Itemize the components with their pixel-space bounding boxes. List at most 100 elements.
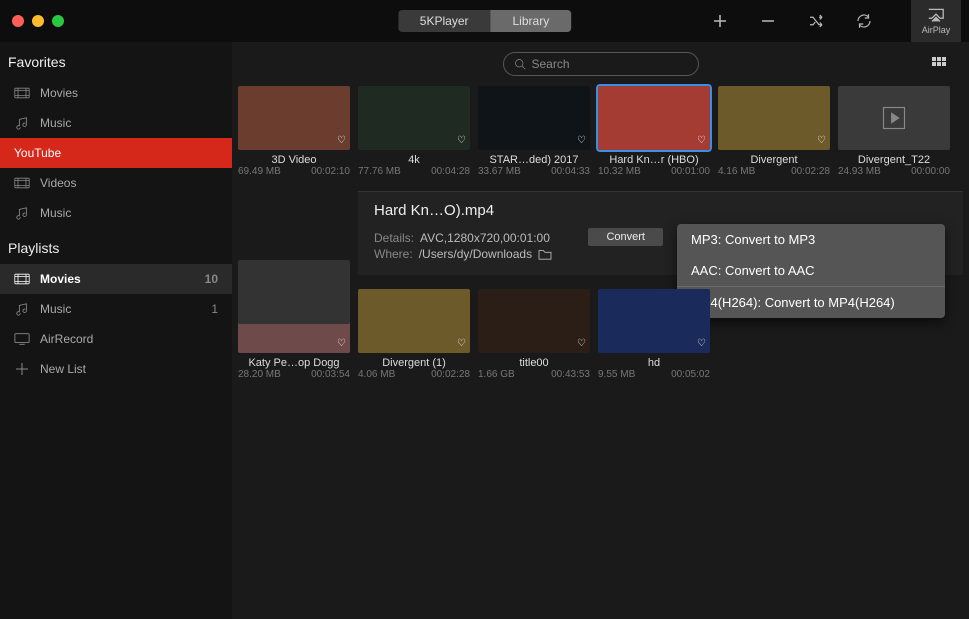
video-title: STAR…ded) 2017 <box>489 154 578 166</box>
sidebar-item-pl-newlist[interactable]: New List <box>0 354 232 384</box>
airplay-button[interactable]: AirPlay <box>911 0 961 42</box>
folder-icon[interactable] <box>538 248 552 260</box>
tab-library[interactable]: Library <box>491 10 572 32</box>
video-card[interactable]: ♡Hard Kn…r (HBO)10.32 MB00:01:00 <box>598 86 710 177</box>
sidebar-item-pl-airrecord[interactable]: AirRecord <box>0 324 232 354</box>
sidebar-item-yt-music[interactable]: Music <box>0 198 232 228</box>
detail-details-label: Details: <box>374 231 414 245</box>
video-duration: 00:02:10 <box>311 166 350 177</box>
view-segmented-control: 5KPlayer Library <box>398 10 571 32</box>
video-title: Divergent_T22 <box>858 154 930 166</box>
video-duration: 00:01:00 <box>671 166 710 177</box>
search-input[interactable]: Search <box>503 52 699 76</box>
video-thumbnail[interactable]: ♡ <box>238 86 350 150</box>
video-duration: 00:04:33 <box>551 166 590 177</box>
music-icon <box>14 206 30 220</box>
video-thumbnail[interactable] <box>838 86 950 150</box>
shuffle-icon[interactable] <box>807 12 825 30</box>
video-size: 69.49 MB <box>238 166 281 177</box>
video-thumbnail[interactable]: ♡ <box>598 86 710 150</box>
sidebar-head-playlists: Playlists <box>0 228 232 264</box>
maximize-window-button[interactable] <box>52 15 64 27</box>
sidebar: Favorites Movies Music YouTube Videos Mu… <box>0 42 232 619</box>
detail-title: Hard Kn…O).mp4 <box>374 202 947 219</box>
video-card[interactable]: ♡ Divergent (1)4.06 MB00:02:28 <box>358 289 470 380</box>
video-thumbnail[interactable]: ♡ <box>598 289 710 353</box>
sidebar-item-youtube[interactable]: YouTube <box>0 138 232 168</box>
sidebar-head-favorites: Favorites <box>0 42 232 78</box>
video-size: 28.20 MB <box>238 369 281 380</box>
video-duration: 00:03:54 <box>311 369 350 380</box>
video-title: title00 <box>519 357 548 369</box>
video-thumbnail[interactable]: ♡ <box>478 86 590 150</box>
detail-panel: Hard Kn…O).mp4 Details: AVC,1280x720,00:… <box>358 191 963 275</box>
favorite-icon[interactable]: ♡ <box>337 338 346 349</box>
detail-where-value: /Users/dy/Downloads <box>419 247 532 261</box>
menu-item-aac[interactable]: AAC: Convert to AAC <box>677 255 945 286</box>
menu-item-mp3[interactable]: MP3: Convert to MP3 <box>677 224 945 255</box>
sidebar-item-pl-movies[interactable]: Movies 10 <box>0 264 232 294</box>
sidebar-item-yt-videos[interactable]: Videos <box>0 168 232 198</box>
sidebar-item-label: Movies <box>40 272 81 286</box>
thumbnail-row-1: ♡3D Video69.49 MB00:02:10♡4k77.76 MB00:0… <box>232 86 969 177</box>
video-size: 33.67 MB <box>478 166 521 177</box>
grid-view-icon[interactable] <box>931 56 947 72</box>
video-meta: 4.06 MB00:02:28 <box>358 369 470 380</box>
video-thumbnail[interactable]: ♡ <box>358 86 470 150</box>
favorite-icon[interactable]: ♡ <box>337 135 346 146</box>
video-meta: 24.93 MB00:00:00 <box>838 166 950 177</box>
film-icon <box>14 272 30 286</box>
sidebar-item-label: Music <box>40 206 71 220</box>
favorite-icon[interactable]: ♡ <box>697 338 706 349</box>
detail-details-value: AVC,1280x720,00:01:00 <box>420 231 550 245</box>
video-meta: 1.66 GB00:43:53 <box>478 369 590 380</box>
sidebar-item-pl-music[interactable]: Music 1 <box>0 294 232 324</box>
video-thumbnail[interactable]: ♡ <box>358 289 470 353</box>
sidebar-item-label: Videos <box>40 176 76 190</box>
search-bar-row: Search <box>232 42 969 86</box>
plus-icon <box>14 362 30 376</box>
video-card[interactable]: Divergent_T2224.93 MB00:00:00 <box>838 86 950 177</box>
favorite-icon[interactable]: ♡ <box>577 338 586 349</box>
music-icon <box>14 116 30 130</box>
video-size: 77.76 MB <box>358 166 401 177</box>
video-card[interactable]: ♡4k77.76 MB00:04:28 <box>358 86 470 177</box>
sidebar-item-label: Music <box>40 302 71 316</box>
favorite-icon[interactable]: ♡ <box>457 135 466 146</box>
tab-5kplayer[interactable]: 5KPlayer <box>398 10 491 32</box>
video-title: Hard Kn…r (HBO) <box>609 154 698 166</box>
video-thumbnail[interactable]: ♡ <box>478 289 590 353</box>
convert-button[interactable]: Convert <box>588 228 663 246</box>
video-title: Divergent (1) <box>382 357 446 369</box>
remove-icon[interactable] <box>759 12 777 30</box>
detail-side-thumbnail[interactable] <box>238 260 350 324</box>
video-meta: 33.67 MB 00:04:33 <box>478 166 590 177</box>
video-card[interactable]: ♡hd9.55 MB00:05:02 <box>598 289 710 380</box>
video-meta: 9.55 MB00:05:02 <box>598 369 710 380</box>
favorite-icon[interactable]: ♡ <box>577 135 586 146</box>
minimize-window-button[interactable] <box>32 15 44 27</box>
video-card[interactable]: ♡Divergent4.16 MB00:02:28 <box>718 86 830 177</box>
menu-item-mp4[interactable]: MP4(H264): Convert to MP4(H264) <box>677 287 945 318</box>
film-icon <box>14 86 30 100</box>
refresh-icon[interactable] <box>855 12 873 30</box>
sidebar-item-label: Movies <box>40 86 78 100</box>
search-placeholder: Search <box>532 57 570 71</box>
video-card[interactable]: ♡ STAR…ded) 201733.67 MB 00:04:33 <box>478 86 590 177</box>
video-card[interactable]: ♡ title001.66 GB00:43:53 <box>478 289 590 380</box>
content-area: Search ♡3D Video69.49 MB00:02:10♡4k77.76… <box>232 42 969 619</box>
close-window-button[interactable] <box>12 15 24 27</box>
video-meta: 69.49 MB 00:02:10 <box>238 166 350 177</box>
video-thumbnail[interactable]: ♡ <box>718 86 830 150</box>
sidebar-item-movies[interactable]: Movies <box>0 78 232 108</box>
video-card[interactable]: ♡3D Video69.49 MB00:02:10 <box>238 86 350 177</box>
convert-dropdown-menu: MP3: Convert to MP3 AAC: Convert to AAC … <box>677 224 945 318</box>
video-title: Katy Pe…op Dogg <box>248 357 339 369</box>
sidebar-item-music[interactable]: Music <box>0 108 232 138</box>
video-size: 1.66 GB <box>478 369 515 380</box>
favorite-icon[interactable]: ♡ <box>697 135 706 146</box>
favorite-icon[interactable]: ♡ <box>817 135 826 146</box>
favorite-icon[interactable]: ♡ <box>457 338 466 349</box>
add-icon[interactable] <box>711 12 729 30</box>
video-size: 24.93 MB <box>838 166 881 177</box>
